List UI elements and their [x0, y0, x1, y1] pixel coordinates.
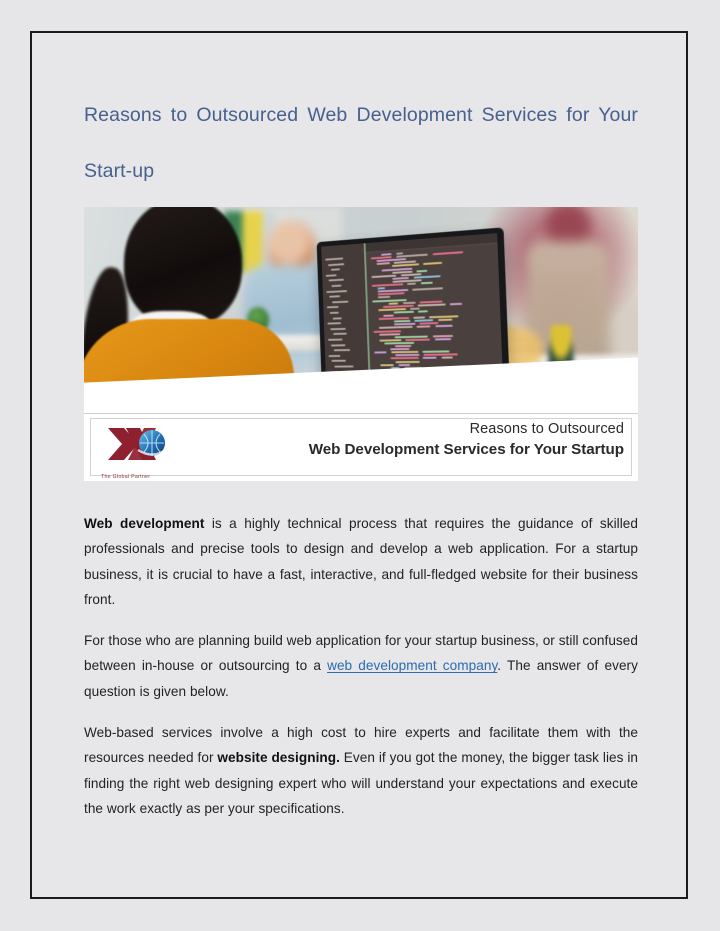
- editor-code-line: [424, 354, 458, 356]
- editor-code-line: [420, 322, 439, 325]
- page-canvas: Reasons to Outsourced Web Development Se…: [0, 0, 720, 931]
- editor-code-line: [395, 360, 420, 362]
- editor-code-line: [401, 273, 422, 276]
- editor-code-line: [377, 287, 384, 289]
- editor-code-line: [418, 310, 428, 312]
- paragraph-1: Web development is a highly technical pr…: [84, 511, 638, 612]
- editor-code-line: [423, 351, 450, 353]
- document-content: Reasons to Outsourced Web Development Se…: [84, 101, 638, 821]
- editor-code-line: [410, 307, 419, 309]
- editor-code-line: [414, 317, 425, 319]
- editor-code-line: [377, 292, 404, 295]
- editor-code-line: [407, 283, 416, 285]
- editor-code-line: [378, 296, 391, 299]
- editor-code-line: [373, 299, 408, 303]
- editor-code-line: [450, 302, 462, 305]
- hero-image: The Global Partner Reasons to Outsourced…: [84, 207, 638, 481]
- editor-code-line: [417, 326, 431, 328]
- editor-code-line: [395, 354, 419, 356]
- page-title: Reasons to Outsourced Web Development Se…: [84, 101, 638, 185]
- editor-code-line: [413, 275, 440, 279]
- editor-code-line: [388, 302, 398, 304]
- banner-text: Reasons to Outsourced Web Development Se…: [309, 419, 624, 461]
- editor-code-line: [390, 348, 410, 350]
- editor-code-line: [379, 333, 401, 336]
- brand-logo: [100, 422, 196, 472]
- editor-file-row: [334, 365, 353, 367]
- editor-code-line: [383, 304, 413, 307]
- page-title-line-2: Start-up: [84, 157, 638, 185]
- editor-code-line: [390, 357, 418, 359]
- editor-code-line: [372, 283, 403, 287]
- paragraph-2: For those who are planning build web app…: [84, 628, 638, 704]
- editor-file-row: [333, 317, 342, 319]
- editor-code-line: [421, 282, 433, 285]
- document-page: Reasons to Outsourced Web Development Se…: [30, 31, 688, 899]
- editor-code-line: [379, 326, 413, 329]
- paragraph-1-lead-bold: Web development: [84, 516, 204, 531]
- editor-code-line: [398, 364, 410, 366]
- editor-code-line: [374, 330, 401, 333]
- hero-caption-banner: The Global Partner Reasons to Outsourced…: [84, 413, 638, 481]
- editor-file-row: [329, 355, 340, 357]
- editor-code-line: [383, 315, 393, 317]
- editor-code-line: [376, 262, 389, 265]
- editor-file-row: [331, 344, 345, 346]
- editor-code-line: [395, 345, 412, 347]
- editor-code-line: [375, 352, 387, 354]
- editor-file-row: [328, 339, 343, 341]
- brand-tagline: The Global Partner: [101, 474, 150, 480]
- editor-code-line: [394, 320, 410, 323]
- paragraph-3-bold: website designing.: [217, 750, 340, 765]
- editor-code-line: [394, 311, 414, 314]
- banner-line-2: Web Development Services for Your Startu…: [309, 439, 624, 461]
- editor-code-line: [423, 357, 437, 359]
- editor-code-line: [415, 319, 434, 322]
- editor-code-line: [395, 335, 428, 338]
- editor-code-line: [423, 262, 442, 265]
- web-development-company-link[interactable]: web development company: [327, 658, 497, 673]
- editor-code-line: [392, 264, 419, 268]
- desktop-monitor: [317, 227, 510, 381]
- paragraph-3: Web-based services involve a high cost t…: [84, 720, 638, 821]
- woman-hair: [124, 207, 242, 327]
- editor-code-line: [379, 339, 401, 341]
- editor-code-line: [380, 364, 394, 366]
- editor-code-line: [384, 342, 414, 345]
- editor-code-line: [432, 251, 462, 255]
- page-title-line-1: Reasons to Outsourced Web Development Se…: [84, 101, 638, 157]
- editor-code-line: [403, 301, 416, 304]
- banner-line-1: Reasons to Outsourced: [309, 419, 624, 439]
- monitor-screen-code-editor: [321, 233, 503, 374]
- editor-code-line: [405, 338, 430, 341]
- editor-file-row: [330, 312, 339, 314]
- editor-code-line: [394, 323, 415, 326]
- editor-code-line: [391, 351, 418, 353]
- editor-code-line: [413, 287, 443, 291]
